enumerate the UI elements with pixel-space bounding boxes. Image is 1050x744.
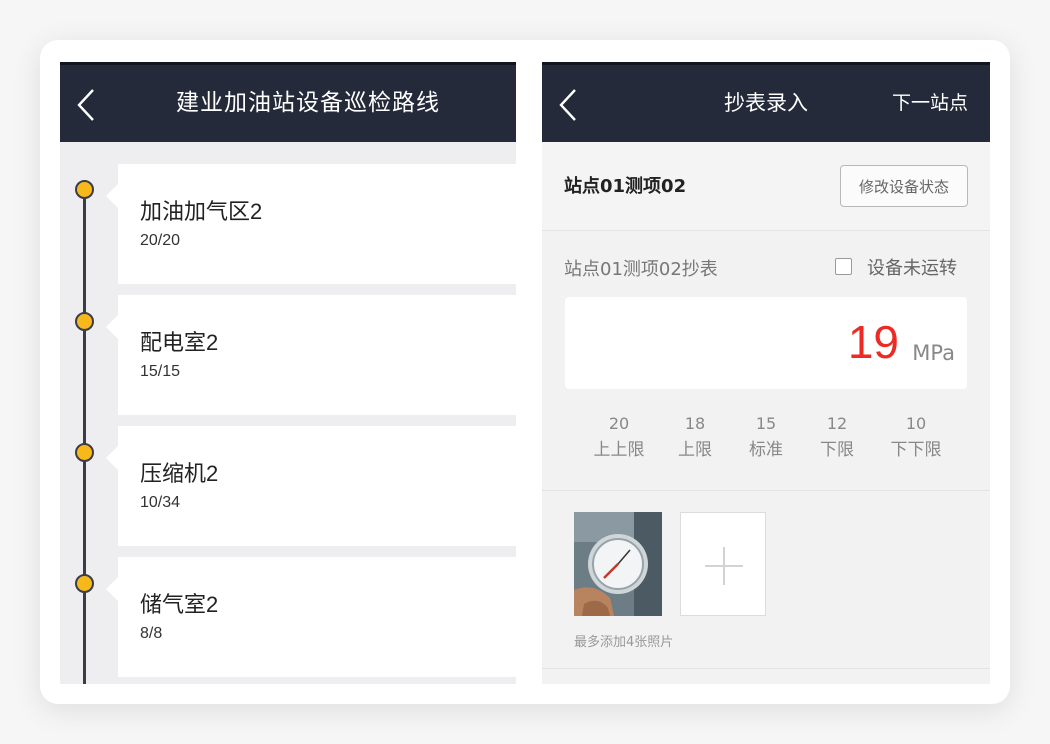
- route-title: 建业加油站设备巡检路线: [176, 90, 440, 116]
- station-progress: 20/20: [140, 232, 181, 249]
- next-station-button[interactable]: 下一站点: [892, 65, 968, 142]
- limit-value: 18: [684, 414, 706, 433]
- limit-upper-upper: 20 上上限: [584, 414, 654, 460]
- photo-hint: 最多添加4张照片: [574, 635, 674, 650]
- route-screen: 建业加油站设备巡检路线 加油加气区2 20/20 配电室2 15/15 压缩机2…: [60, 62, 516, 684]
- entry-header: 抄表录入 下一站点: [542, 62, 990, 142]
- limit-label: 上限: [678, 440, 712, 460]
- modify-status-button[interactable]: 修改设备状态: [840, 165, 968, 207]
- station-name: 加油加气区2: [140, 199, 263, 224]
- station-name: 储气室2: [140, 592, 219, 617]
- timeline-dot: [75, 574, 94, 593]
- timeline-dot: [75, 312, 94, 331]
- route-header: 建业加油站设备巡检路线: [60, 62, 516, 142]
- reading-value-field[interactable]: 19 MPa: [565, 297, 967, 389]
- limit-label: 标准: [749, 440, 783, 460]
- reading-unit: MPa: [912, 341, 955, 365]
- station-name: 配电室2: [140, 330, 219, 355]
- item-row: 站点01测项02 修改设备状态: [542, 142, 990, 231]
- divider: [542, 490, 990, 491]
- limit-value: 20: [608, 414, 630, 433]
- not-running-checkbox[interactable]: [835, 258, 852, 275]
- plus-icon: [705, 547, 743, 585]
- timeline-line: [83, 188, 86, 684]
- limit-label: 下限: [820, 440, 854, 460]
- not-running-label[interactable]: 设备未运转: [867, 254, 957, 280]
- limit-lower-lower: 10 下下限: [881, 414, 951, 460]
- station-progress: 15/15: [140, 363, 181, 380]
- limit-value: 10: [905, 414, 927, 433]
- reading-value: 19: [847, 316, 899, 368]
- station-progress: 10/34: [140, 494, 181, 511]
- timeline-dot: [75, 180, 94, 199]
- item-title: 站点01测项02: [564, 176, 687, 197]
- limit-label: 上上限: [593, 440, 645, 460]
- timeline-dot: [75, 443, 94, 462]
- station-card[interactable]: 压缩机2 10/34: [106, 426, 516, 546]
- limit-value: 15: [755, 414, 777, 433]
- station-card[interactable]: 配电室2 15/15: [106, 295, 516, 415]
- limit-value: 12: [826, 414, 848, 433]
- station-name: 压缩机2: [140, 461, 219, 486]
- station-progress: 8/8: [140, 625, 163, 642]
- station-card[interactable]: 储气室2 8/8: [106, 557, 516, 677]
- divider: [542, 668, 990, 669]
- station-card[interactable]: 加油加气区2 20/20: [106, 164, 516, 284]
- add-photo-button[interactable]: [680, 512, 766, 616]
- meter-entry-screen: 抄表录入 下一站点 站点01测项02 修改设备状态 站点01测项02抄表 设备未…: [542, 62, 990, 684]
- photo-thumbnail[interactable]: [574, 512, 662, 616]
- limit-label: 下下限: [890, 440, 942, 460]
- limit-upper: 18 上限: [660, 414, 730, 460]
- reading-label: 站点01测项02抄表: [564, 259, 718, 280]
- limit-standard: 15 标准: [731, 414, 801, 460]
- limit-lower: 12 下限: [802, 414, 872, 460]
